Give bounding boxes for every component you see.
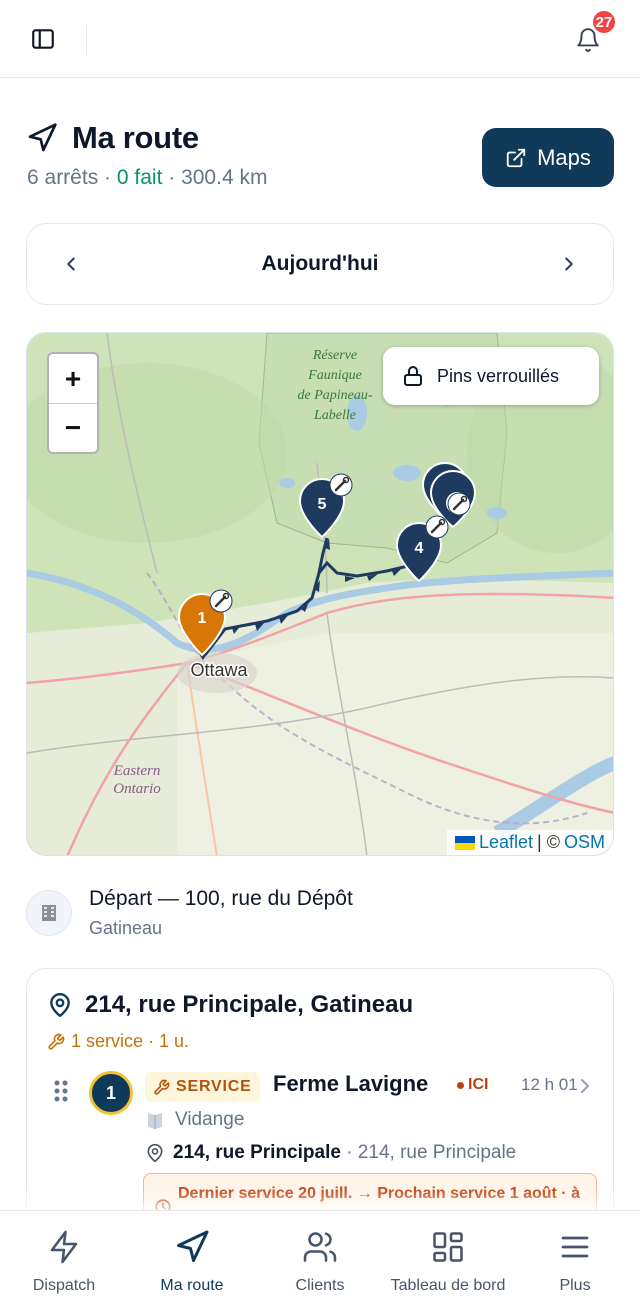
map-attribution: Leaflet | © OSM <box>446 830 613 855</box>
nav-clients-label: Clients <box>295 1277 345 1294</box>
map-tiles: Réserve Faunique de Papineau- Labelle Ot… <box>27 333 613 855</box>
nav-plus-label: Plus <box>559 1277 591 1294</box>
page-title: Ma route <box>72 120 199 155</box>
map-label-reserve-1: Réserve <box>312 348 357 363</box>
stop-number-badge: 1 <box>89 1071 133 1115</box>
zoom-in-button[interactable]: + <box>49 354 97 403</box>
map-pin-5-label: 5 <box>318 496 327 513</box>
nav-tableau-de-bord[interactable]: Tableau de bord <box>382 1227 514 1307</box>
job-address-sub: · 214, rue Principale <box>340 1142 517 1163</box>
ici-indicator: ICI <box>457 1076 488 1094</box>
nav-tableau-label: Tableau de bord <box>390 1277 506 1294</box>
route-map[interactable]: Réserve Faunique de Papineau- Labelle Ot… <box>26 332 614 856</box>
lightning-icon <box>44 1227 84 1267</box>
departure-point: Départ — 100, rue du Dépôt Gatineau <box>26 885 614 945</box>
map-label-ontario: Ontario <box>113 781 161 797</box>
map-pin-icon <box>50 992 70 1018</box>
map-label-ottawa: Ottawa <box>190 660 248 680</box>
nav-dispatch-label: Dispatch <box>32 1277 96 1294</box>
stops-count: 6 arrêts <box>27 166 99 189</box>
maps-button-label: Maps <box>537 144 591 170</box>
lock-icon <box>404 366 422 386</box>
task-name: Vidange <box>175 1109 245 1130</box>
ici-dot <box>457 1081 464 1089</box>
sidebar-toggle-icon[interactable] <box>26 22 60 56</box>
map-label-reserve-2: Faunique <box>307 368 362 383</box>
building-icon <box>26 890 72 936</box>
osm-link[interactable]: OSM <box>564 832 605 853</box>
ici-label: ICI <box>468 1076 489 1093</box>
map-pin-icon <box>147 1143 163 1163</box>
chevron-right-icon[interactable] <box>575 1074 595 1098</box>
top-bar: 27 <box>0 0 640 78</box>
map-pin-4-label: 4 <box>415 540 424 557</box>
date-navigator: Aujourd'hui <box>26 223 614 305</box>
nav-dispatch[interactable]: Dispatch <box>28 1227 100 1307</box>
service-badge-label: SERVICE <box>176 1078 252 1095</box>
users-icon <box>300 1227 340 1267</box>
pins-lock-label: Pins verrouillés <box>437 365 560 386</box>
wrench-icon <box>154 1079 170 1095</box>
topbar-divider <box>86 26 87 54</box>
dashboard-grid-icon <box>428 1227 468 1267</box>
nav-ma-route[interactable]: Ma route <box>152 1227 232 1307</box>
leaflet-link[interactable]: Leaflet <box>479 832 533 853</box>
nav-clients[interactable]: Clients <box>286 1227 354 1307</box>
wrench-icon <box>48 1033 65 1050</box>
menu-icon <box>555 1227 595 1267</box>
pins-lock-toggle[interactable]: Pins verrouillés <box>383 347 599 405</box>
map-pin-1-label: 1 <box>198 610 207 627</box>
client-name: Ferme Lavigne <box>273 1071 429 1096</box>
departure-title: Départ — 100, rue du Dépôt <box>89 887 353 910</box>
notification-count-badge: 27 <box>591 9 617 35</box>
task-line: Vidange <box>145 1109 244 1131</box>
drag-handle-icon[interactable] <box>51 1077 71 1105</box>
stop-meta: 1 service · 1 u. <box>47 1031 189 1052</box>
summary-separator-2: · <box>162 166 182 189</box>
map-label-reserve-4: Labelle <box>313 408 356 423</box>
navigation-arrow-icon <box>172 1227 212 1267</box>
route-summary: 6 arrêts · 0 fait · 300.4 km <box>27 166 267 190</box>
date-label: Aujourd'hui <box>261 252 379 275</box>
stop-meta-text: 1 service · 1 u. <box>71 1031 190 1051</box>
page-header: Ma route <box>26 120 199 156</box>
job-address-main: 214, rue Principale <box>173 1142 341 1163</box>
zoom-control: + − <box>47 352 99 454</box>
bottom-navigation: Dispatch Ma route Clients Tableau de bor… <box>0 1210 640 1312</box>
navigation-arrow-icon <box>28 123 57 152</box>
total-distance: 300.4 km <box>181 166 268 189</box>
job-row[interactable]: 1 SERVICE Ferme Lavigne ICI 12 h 01 <box>47 1069 595 1119</box>
attribution-separator: | © <box>537 832 560 852</box>
zoom-out-button[interactable]: − <box>49 403 97 452</box>
stop-address-row: 214, rue Principale, Gatineau <box>47 991 413 1019</box>
ukraine-flag-icon <box>454 835 475 850</box>
summary-separator: · <box>98 166 117 189</box>
done-count: 0 fait <box>116 166 163 189</box>
external-link-icon <box>506 148 526 167</box>
nav-ma-route-label: Ma route <box>160 1277 224 1294</box>
document-icon <box>148 1113 162 1129</box>
map-label-eastern: Eastern <box>113 763 161 779</box>
map-label-reserve-3: de Papineau- <box>297 388 372 403</box>
open-maps-button[interactable]: Maps <box>482 128 614 187</box>
departure-city: Gatineau <box>89 918 163 938</box>
eta-time: 12 h 01 <box>521 1075 578 1094</box>
job-address-line: 214, rue Principale · 214, rue Principal… <box>145 1142 516 1164</box>
stop-address: 214, rue Principale, Gatineau <box>85 991 414 1018</box>
service-badge: SERVICE <box>145 1072 260 1102</box>
chevron-right-icon[interactable] <box>551 246 587 282</box>
nav-plus[interactable]: Plus <box>552 1227 598 1307</box>
